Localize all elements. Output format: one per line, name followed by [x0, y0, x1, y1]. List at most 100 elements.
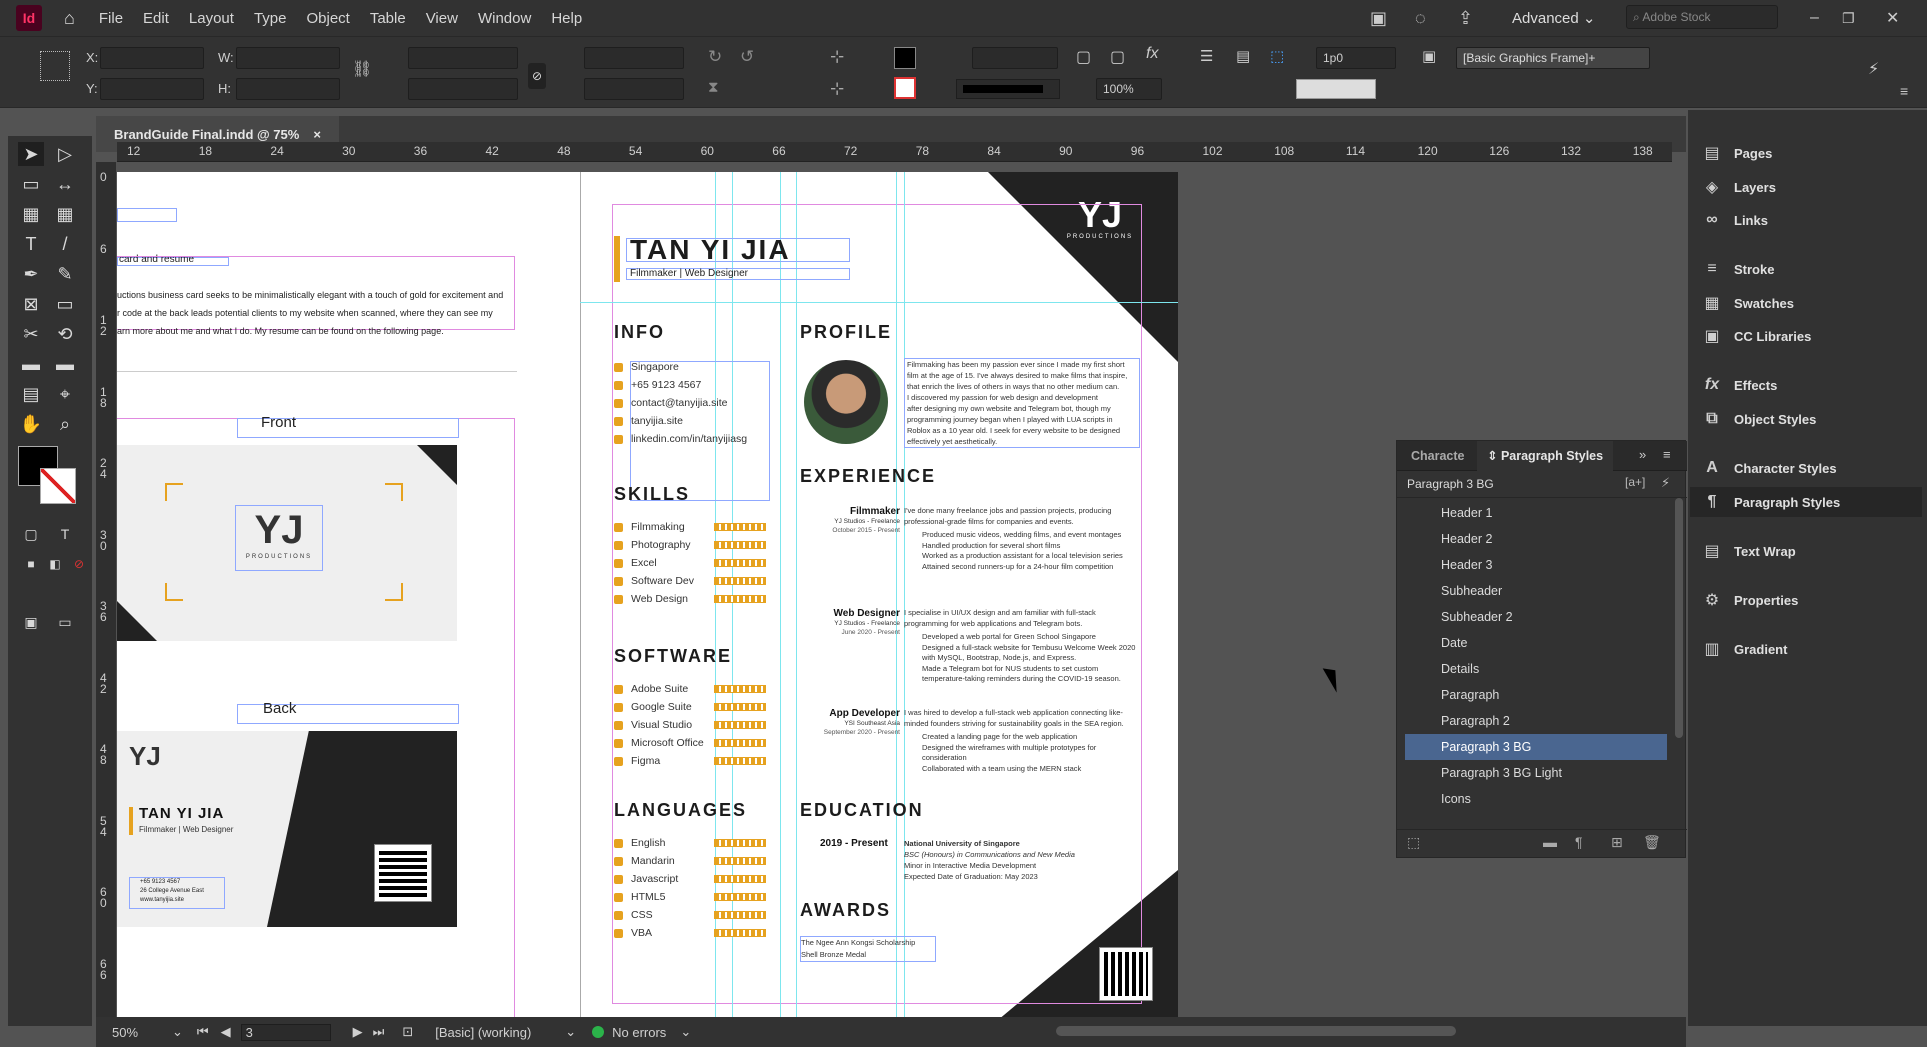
minimize-button[interactable]: –: [1810, 9, 1819, 27]
scissors-tool-icon[interactable]: ✂: [18, 322, 44, 346]
scale-y-field[interactable]: [408, 78, 518, 100]
style-icons[interactable]: Icons: [1405, 786, 1667, 812]
panel-character-styles[interactable]: A Character Styles: [1702, 453, 1836, 483]
adobe-stock-search[interactable]: ⌕ Adobe Stock: [1626, 5, 1778, 29]
next-page-icon[interactable]: ▶: [353, 1024, 363, 1040]
home-icon[interactable]: ⌂: [64, 8, 75, 29]
styles-scrollbar[interactable]: [1675, 498, 1683, 738]
preflight-status[interactable]: No errors: [612, 1025, 666, 1040]
style-paragraph[interactable]: Paragraph: [1405, 682, 1667, 708]
align-icon[interactable]: ☰: [1200, 47, 1213, 65]
panel-layers[interactable]: ◈ Layers: [1702, 172, 1776, 202]
load-styles-icon[interactable]: ⬚: [1407, 834, 1420, 851]
content-placer-icon[interactable]: ▦: [52, 202, 78, 226]
apply-color-icon[interactable]: ■: [18, 552, 44, 576]
style-header-2[interactable]: Header 2: [1405, 526, 1667, 552]
menu-file[interactable]: File: [89, 10, 133, 27]
create-style-icon[interactable]: [a+]: [1625, 475, 1645, 489]
scale-x-field[interactable]: [408, 47, 518, 69]
clear-overrides-icon[interactable]: ¶: [1575, 834, 1583, 850]
menu-view[interactable]: View: [416, 10, 468, 27]
menu-help[interactable]: Help: [541, 10, 592, 27]
y-field[interactable]: [100, 78, 204, 100]
page-brand-guide[interactable]: card and resume uctions business card se…: [117, 172, 580, 1017]
collapse-panel-icon[interactable]: »: [1639, 447, 1646, 462]
note-tool-icon[interactable]: ▤: [18, 382, 44, 406]
first-page-icon[interactable]: ⏮: [197, 1024, 209, 1040]
h-field[interactable]: [236, 78, 340, 100]
style-subheader-2[interactable]: Subheader 2: [1405, 604, 1667, 630]
close-window-button[interactable]: ✕: [1886, 8, 1899, 28]
delete-style-icon[interactable]: 🗑: [1643, 834, 1661, 851]
business-card-front[interactable]: YJ PRODUCTIONS: [117, 445, 457, 641]
last-page-icon[interactable]: ⏭: [373, 1024, 385, 1040]
direct-selection-tool-icon[interactable]: ▷: [52, 142, 78, 166]
zoom-tool-icon[interactable]: ⌕: [52, 412, 78, 436]
object-style-dropdown[interactable]: [Basic Graphics Frame]+: [1456, 47, 1650, 69]
pen-tool-icon[interactable]: ✒: [18, 262, 44, 286]
new-group-icon[interactable]: ▬: [1543, 834, 1557, 850]
menu-table[interactable]: Table: [360, 10, 416, 27]
container-selection-icon[interactable]: ⊹: [830, 47, 844, 67]
panel-properties[interactable]: ⚙ Properties: [1702, 585, 1798, 615]
pencil-tool-icon[interactable]: ✎: [52, 262, 78, 286]
formatting-text-icon[interactable]: T: [52, 522, 78, 546]
horizontal-ruler[interactable]: 12 18 24 30 36 42 48 54 60 66 72 78 84 90 96 102 108 114 1…: [117, 142, 1672, 162]
formatting-container-icon[interactable]: ▢: [18, 522, 44, 546]
apply-none-icon[interactable]: ⊘: [66, 552, 92, 576]
business-card-back[interactable]: YJ TAN YI JIA Filmmaker | Web Designer +…: [117, 731, 457, 927]
job-item[interactable]: Web Designer YJ Studios - Freelance June…: [800, 608, 1140, 700]
zoom-level[interactable]: 50%: [112, 1025, 172, 1040]
panel-menu-icon[interactable]: ≡: [1663, 447, 1671, 462]
panel-links[interactable]: ∞ Links: [1702, 205, 1768, 235]
gap-tool-icon[interactable]: ↔: [52, 172, 78, 196]
chevron-down-icon[interactable]: ⌄: [565, 1024, 576, 1040]
menu-edit[interactable]: Edit: [133, 10, 179, 27]
workspace-switcher[interactable]: Advanced ⌄: [1512, 9, 1595, 27]
link-scale-icon[interactable]: ⊘: [528, 63, 546, 89]
apply-gradient-icon[interactable]: ◧: [42, 552, 68, 576]
yj-logo-front[interactable]: YJ PRODUCTIONS: [235, 505, 323, 571]
close-tab-icon[interactable]: ×: [313, 127, 321, 142]
w-field[interactable]: [236, 47, 340, 69]
master-status[interactable]: [Basic] (working): [435, 1025, 565, 1040]
stroke-weight-field[interactable]: [972, 47, 1058, 69]
shear-field[interactable]: [584, 78, 684, 100]
page-number-field[interactable]: 3: [240, 1023, 331, 1041]
rotate-cw-icon[interactable]: ↻: [708, 47, 722, 67]
free-transform-tool-icon[interactable]: ⟲: [52, 322, 78, 346]
opacity-field[interactable]: 100%: [1096, 78, 1162, 100]
restore-button[interactable]: ❐: [1842, 10, 1855, 27]
open-page-icon[interactable]: ⊡: [402, 1024, 413, 1040]
panel-paragraph-styles[interactable]: ¶ Paragraph Styles: [1690, 487, 1922, 517]
vertical-ruler[interactable]: 0 6 1 2 1 8 2 4 3 0 3 6 4 2 4 8 5 4 6 0 6 6: [96, 162, 116, 1017]
content-selection-icon[interactable]: ⊹: [830, 79, 844, 99]
stroke-type-dropdown[interactable]: [956, 79, 1060, 99]
stroke-swatch[interactable]: [894, 77, 916, 99]
job-item[interactable]: Filmmaker YJ Studios - Freelance October…: [800, 506, 1140, 606]
awards-list[interactable]: The Ngee Ann Kongsi Scholarship Shell Br…: [800, 936, 936, 962]
selection-tool-icon[interactable]: ➤: [18, 142, 44, 166]
auto-fit-icon[interactable]: ⬚: [1270, 47, 1284, 65]
tab-paragraph-styles[interactable]: ⇕ Paragraph Styles: [1477, 441, 1614, 471]
text-frame-options-icon[interactable]: ▤: [1236, 47, 1250, 65]
quick-apply-style-icon[interactable]: ⚡: [1661, 475, 1670, 491]
horizontal-scrollbar[interactable]: [1056, 1026, 1456, 1036]
page-resume[interactable]: YJ PRODUCTIONS TAN YI JIA Filmmaker | We…: [580, 172, 1178, 1017]
page-tool-icon[interactable]: ▭: [18, 172, 44, 196]
x-field[interactable]: [100, 47, 204, 69]
preview-mode-icon[interactable]: ▭: [52, 610, 78, 634]
object-style-icon[interactable]: ▣: [1422, 47, 1436, 65]
lightbulb-icon[interactable]: ◌: [1415, 8, 1426, 29]
panel-object-styles[interactable]: ⧉ Object Styles: [1702, 404, 1816, 434]
style-details[interactable]: Details: [1405, 656, 1667, 682]
constrain-proportions-icon[interactable]: ⛓: [352, 59, 372, 79]
gradient-feather-tool-icon[interactable]: ▬: [52, 352, 78, 376]
panel-swatches[interactable]: ▦ Swatches: [1702, 288, 1794, 318]
card-contact-frame[interactable]: +65 9123 4567 26 College Avenue East www…: [129, 877, 225, 909]
fitting-icon[interactable]: ▢: [1076, 47, 1091, 67]
share-icon[interactable]: ⇪: [1458, 8, 1473, 29]
gradient-swatch-tool-icon[interactable]: ▬: [18, 352, 44, 376]
content-collector-icon[interactable]: ▦: [18, 202, 44, 226]
chevron-down-icon[interactable]: ⌄: [172, 1024, 183, 1040]
